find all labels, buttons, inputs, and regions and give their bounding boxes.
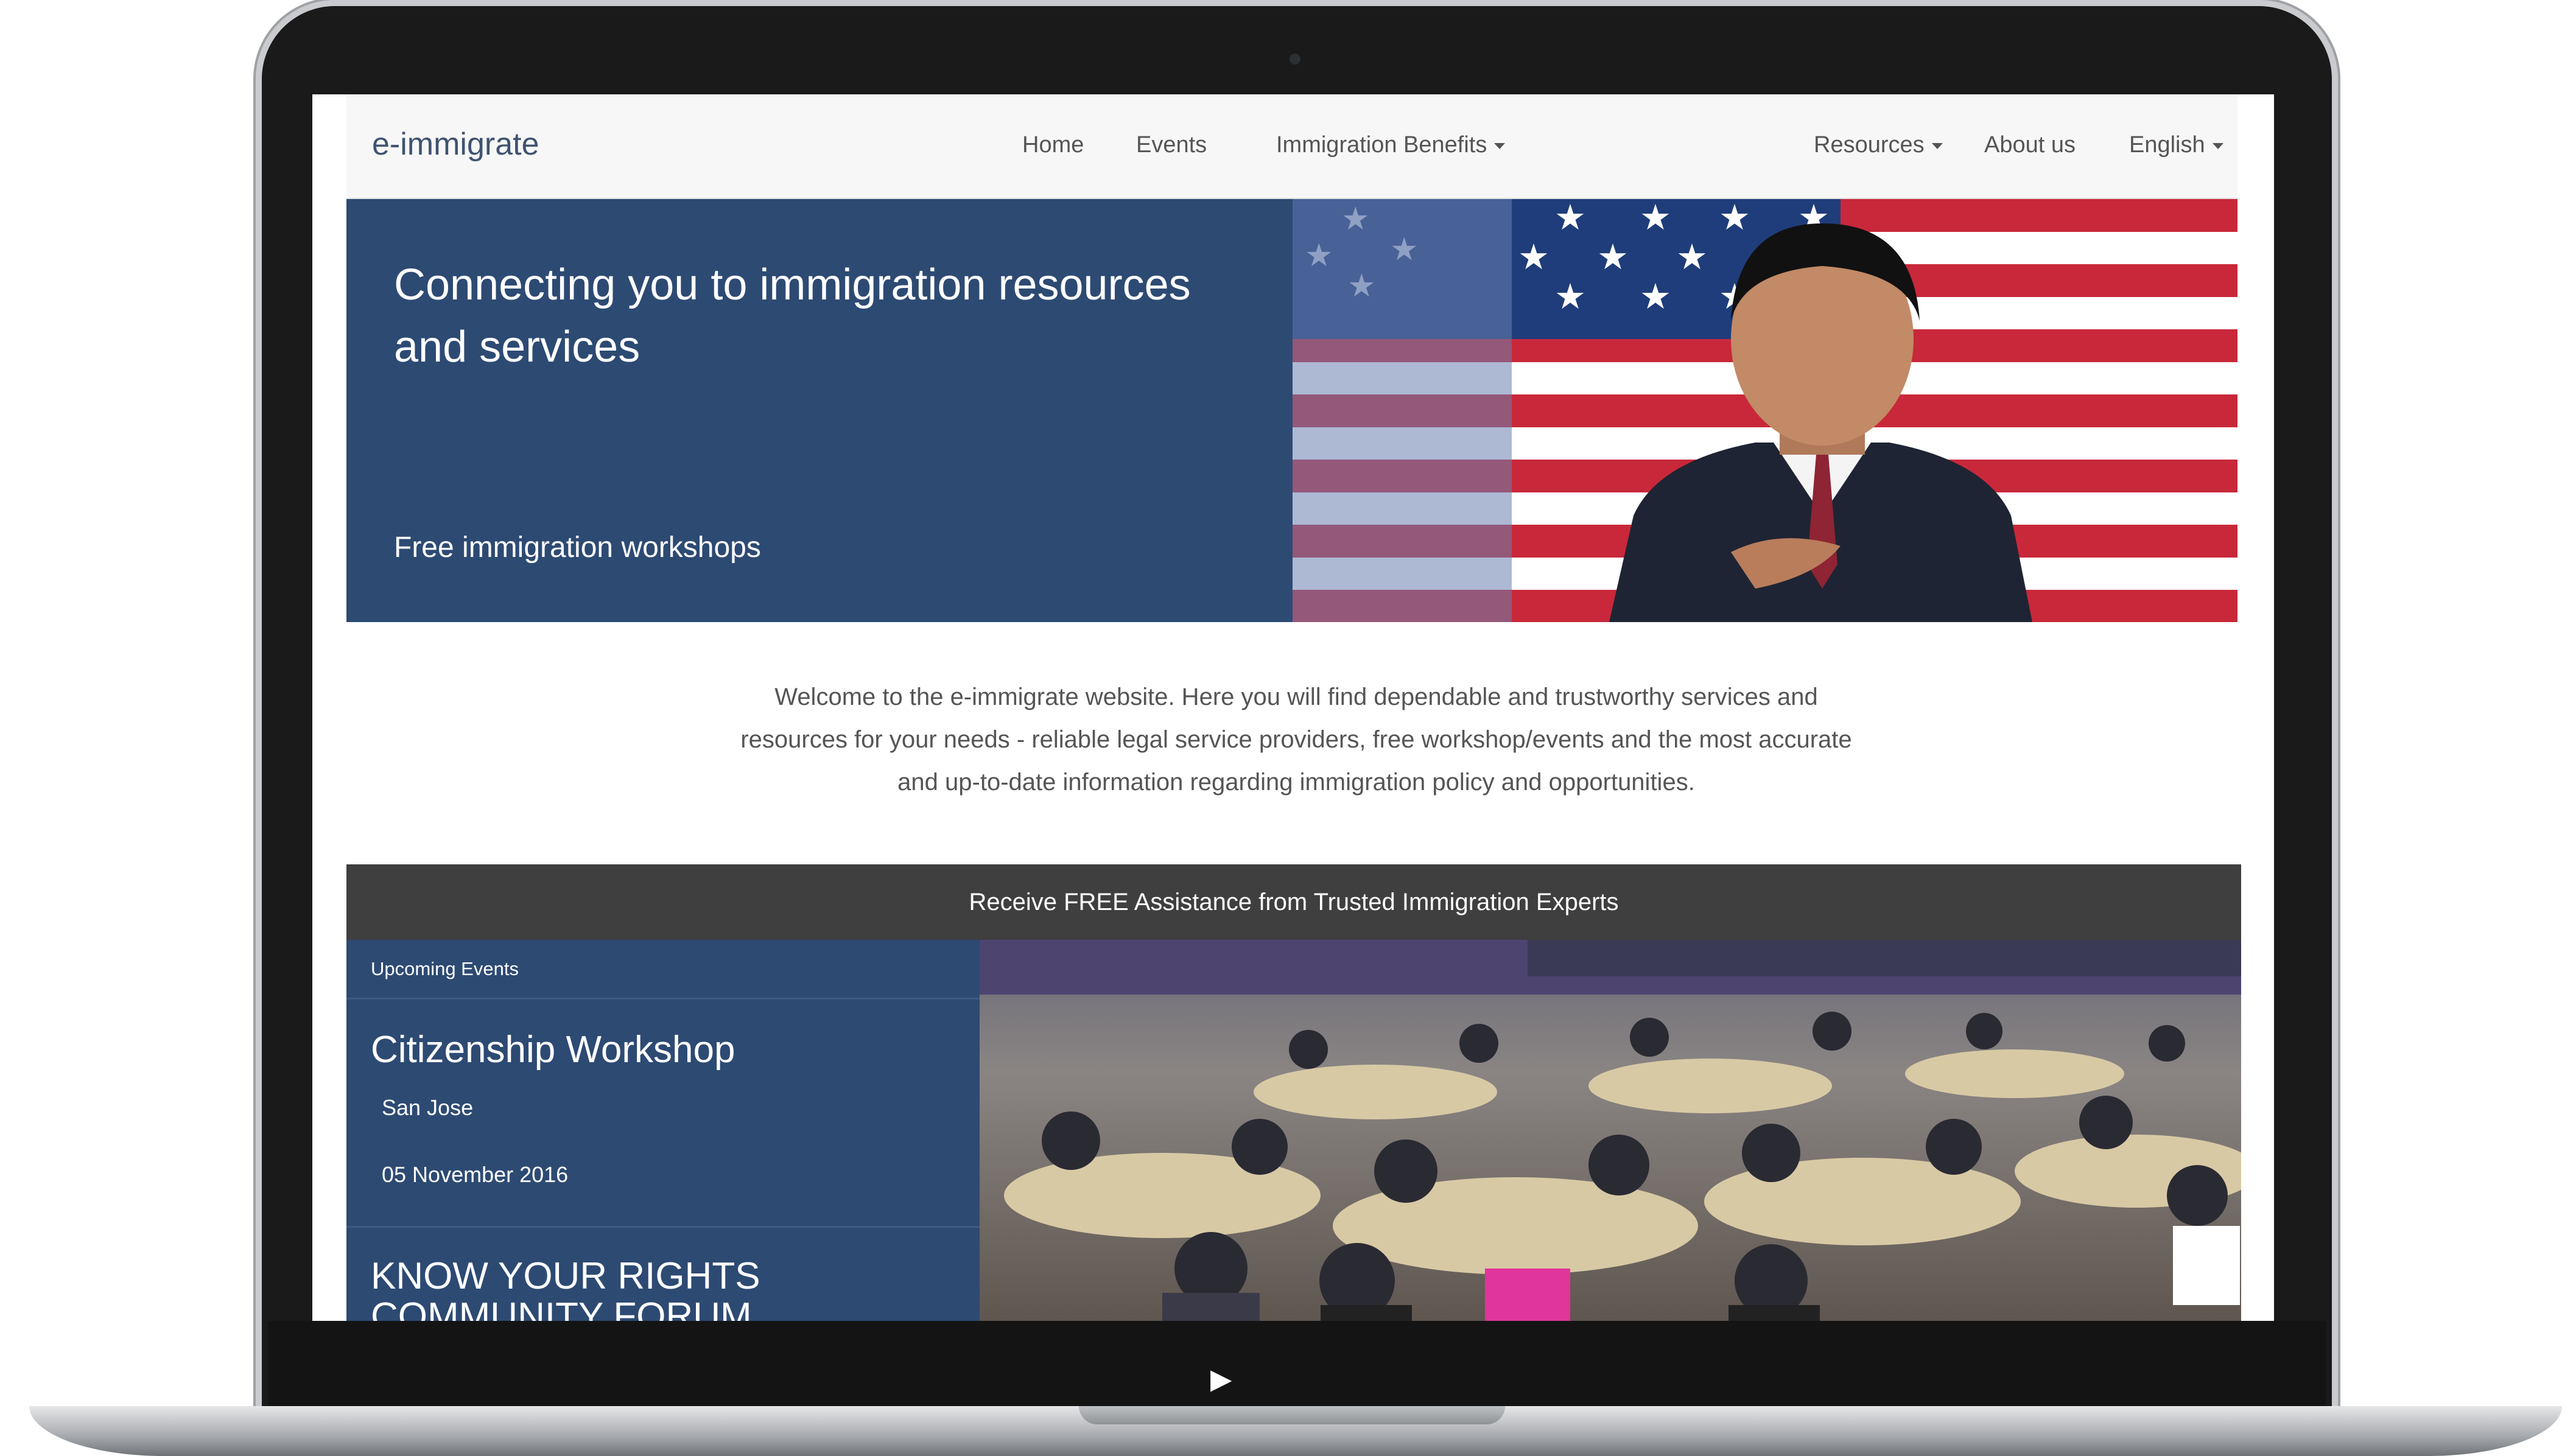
svg-text:★: ★ [1518, 236, 1549, 278]
svg-text:★: ★ [1676, 236, 1708, 278]
svg-text:★: ★ [1597, 236, 1629, 278]
svg-text:★: ★ [1347, 268, 1376, 304]
svg-text:★: ★ [1640, 199, 1671, 238]
nav-about-us[interactable]: About us [1984, 132, 2076, 158]
nav-resources[interactable]: Resources [1814, 132, 1943, 158]
nav-home-label: Home [1022, 132, 1084, 158]
svg-text:★: ★ [1341, 201, 1370, 237]
nav-resources-label: Resources [1814, 132, 1925, 158]
laptop-screen: e-immigrate Home Events Immigration Bene… [312, 94, 2274, 1321]
event-date: 05 November 2016 [382, 1162, 569, 1187]
hero-flag-man-image: ★★★★ ★★★★ ★★★ ★★★★ [1293, 199, 2237, 622]
nav-language-label: English [2129, 132, 2205, 158]
hero-title: Connecting you to immigration resources … [394, 261, 1191, 371]
event-title[interactable]: KNOW YOUR RIGHTS COMMUNITY FORUM [371, 1256, 797, 1321]
welcome-text: Welcome to the e-immigrate website. Here… [740, 684, 1852, 796]
hero-banner: Connecting you to immigration resources … [346, 199, 2237, 622]
upcoming-events-heading: Upcoming Events [371, 958, 519, 979]
nav-events[interactable]: Events [1136, 132, 1207, 158]
svg-text:★: ★ [1305, 237, 1333, 274]
nav-immigration-benefits[interactable]: Immigration Benefits [1276, 132, 1506, 158]
nav-about-us-label: About us [1984, 132, 2076, 158]
svg-text:★: ★ [1390, 231, 1419, 268]
site-brand[interactable]: e-immigrate [372, 126, 539, 163]
hero-subtitle[interactable]: Free immigration workshops [394, 531, 761, 564]
caret-down-icon [1494, 142, 1506, 149]
event-location: San Jose [382, 1095, 474, 1120]
free-assistance-banner: Receive FREE Assistance from Trusted Imm… [346, 864, 2241, 940]
web-page: e-immigrate Home Events Immigration Bene… [346, 94, 2241, 1321]
hero-illustration: ★★★★ ★★★★ ★★★ ★★★★ [1293, 199, 2237, 622]
workshop-crowd-photo [980, 940, 2241, 1321]
nav-immigration-benefits-label: Immigration Benefits [1276, 132, 1487, 158]
event-title[interactable]: Citizenship Workshop [371, 1028, 735, 1071]
crowd-illustration [980, 940, 2241, 1321]
svg-text:★: ★ [1554, 276, 1586, 317]
svg-text:★: ★ [1719, 199, 1750, 238]
nav-language-english[interactable]: English [2129, 132, 2223, 158]
caret-down-icon [1931, 142, 1943, 149]
mouse-cursor-icon: ▶ [1210, 1363, 1232, 1395]
nav-home[interactable]: Home [1022, 132, 1084, 158]
caret-down-icon [2212, 142, 2223, 149]
bottom-bezel [268, 1321, 2326, 1406]
upcoming-events-panel: Upcoming Events Citizenship Workshop San… [346, 940, 980, 1321]
svg-text:★: ★ [1554, 199, 1586, 238]
divider [346, 1226, 980, 1228]
svg-text:★: ★ [1640, 276, 1671, 317]
laptop-notch [1079, 1406, 1505, 1424]
divider [346, 998, 980, 999]
nav-events-label: Events [1136, 132, 1207, 158]
webcam [1290, 54, 1300, 65]
navbar: e-immigrate Home Events Immigration Bene… [346, 94, 2237, 199]
free-assistance-label: Receive FREE Assistance from Trusted Imm… [969, 889, 1619, 915]
